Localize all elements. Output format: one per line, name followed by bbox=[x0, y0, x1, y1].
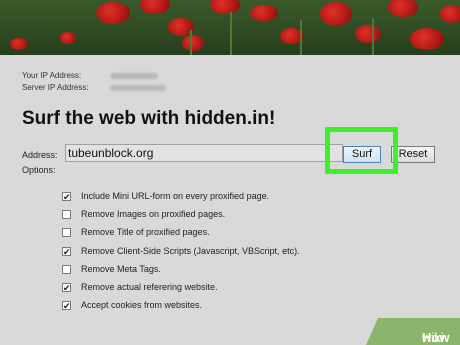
option-checkbox[interactable]: ✔ bbox=[62, 246, 71, 256]
option-checkbox[interactable]: ✔ bbox=[62, 301, 71, 311]
flower-stem bbox=[372, 18, 374, 55]
poppy-flower bbox=[182, 35, 204, 51]
option-label: Remove Images on proxified pages. bbox=[81, 209, 226, 220]
option-label: Remove Client-Side Scripts (Javascript, … bbox=[81, 245, 300, 256]
options-label: Options: bbox=[22, 165, 56, 175]
option-label: Include Mini URL-form on every proxified… bbox=[81, 191, 270, 201]
option-checkbox[interactable]: ✔ bbox=[62, 282, 71, 292]
poppy-flower bbox=[320, 2, 352, 26]
poppy-flower bbox=[410, 28, 444, 50]
address-label: Address: bbox=[22, 150, 58, 160]
wikihow-watermark: wiki How bbox=[366, 318, 460, 345]
poppy-flower bbox=[440, 5, 460, 23]
server-ip-label: Server IP Address: bbox=[22, 83, 89, 92]
option-label: Remove actual referering website. bbox=[81, 281, 218, 292]
option-label: Accept cookies from websites. bbox=[81, 300, 203, 311]
your-ip-value-redacted bbox=[110, 72, 159, 79]
poppy-flower bbox=[140, 0, 170, 14]
poppy-flower bbox=[210, 0, 240, 14]
server-ip-row: Server IP Address: bbox=[22, 83, 167, 92]
flower-stem bbox=[300, 20, 302, 55]
option-label: Remove Meta Tags. bbox=[81, 263, 161, 274]
option-checkbox[interactable]: ✔ bbox=[62, 192, 71, 202]
watermark-how: How bbox=[422, 330, 450, 345]
server-ip-value-redacted bbox=[110, 84, 167, 91]
option-checkbox[interactable] bbox=[62, 264, 71, 274]
your-ip-row: Your IP Address: bbox=[22, 71, 159, 80]
surf-button-highlight bbox=[325, 127, 398, 174]
poppy-flower bbox=[10, 38, 28, 50]
option-checkbox[interactable] bbox=[62, 228, 71, 238]
poppy-flower bbox=[388, 0, 418, 17]
poppy-flower bbox=[96, 2, 130, 24]
poppy-flower bbox=[355, 25, 381, 43]
flower-stem bbox=[230, 12, 232, 55]
header-banner-image bbox=[0, 0, 460, 55]
option-checkbox[interactable] bbox=[62, 210, 71, 220]
poppy-flower bbox=[250, 5, 278, 21]
your-ip-label: Your IP Address: bbox=[22, 71, 82, 80]
option-label: Remove Title of proxified pages. bbox=[81, 227, 210, 238]
poppy-flower bbox=[60, 32, 76, 44]
flower-stem bbox=[190, 30, 192, 55]
page-title: Surf the web with hidden.in! bbox=[22, 108, 276, 129]
address-input[interactable]: tubeunblock.org bbox=[65, 144, 343, 162]
